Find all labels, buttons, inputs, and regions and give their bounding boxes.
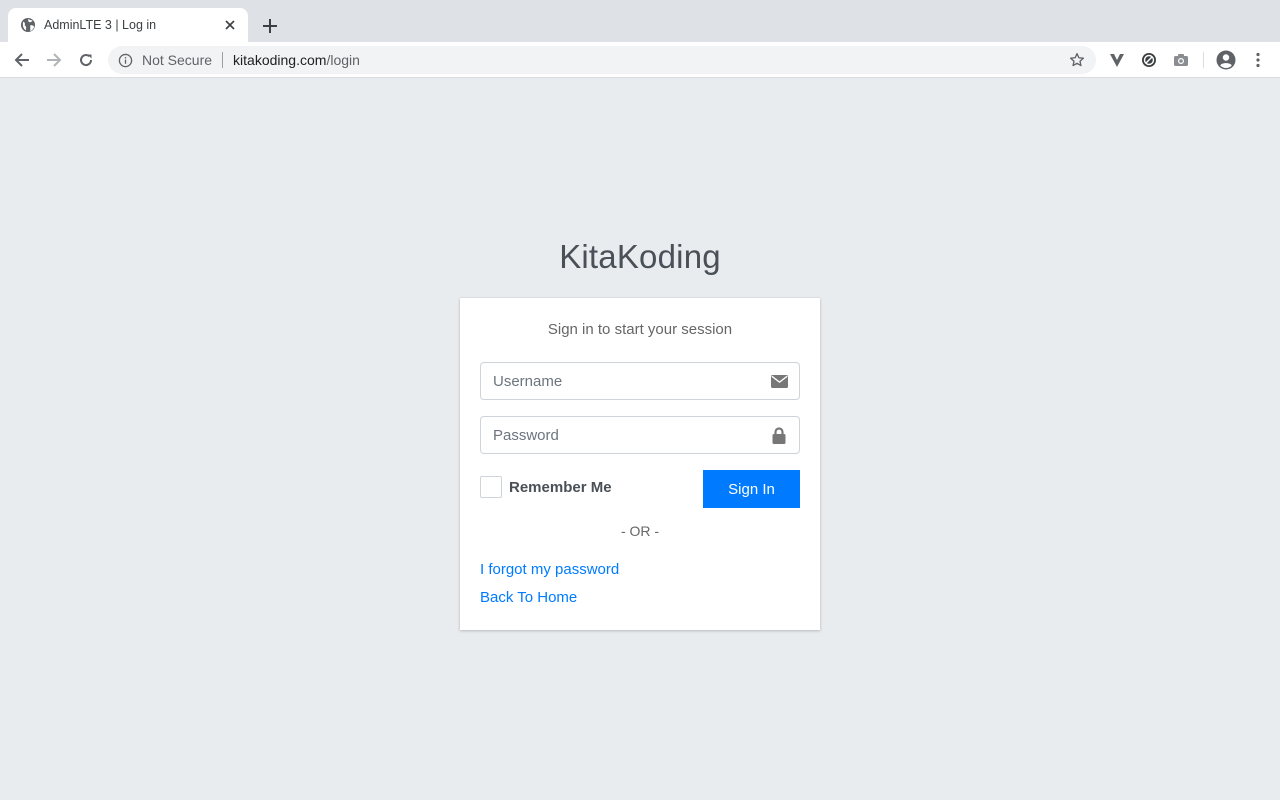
url-path: /login — [326, 52, 360, 68]
remember-checkbox[interactable] — [480, 476, 502, 498]
password-field — [480, 416, 800, 454]
extension-v-icon[interactable] — [1105, 48, 1129, 72]
back-arrow-icon[interactable] — [10, 48, 34, 72]
url-host: kitakoding.com — [233, 52, 327, 68]
info-icon[interactable] — [118, 52, 134, 68]
tab-title: AdminLTE 3 | Log in — [44, 18, 157, 32]
extension-shield-icon[interactable] — [1137, 48, 1161, 72]
menu-dots-icon[interactable] — [1246, 48, 1270, 72]
login-message: Sign in to start your session — [547, 321, 733, 338]
username-input[interactable] — [481, 363, 759, 399]
sign-in-button[interactable]: Sign In — [703, 470, 800, 508]
globe-icon — [20, 17, 36, 33]
bookmark-star-icon[interactable] — [1068, 51, 1086, 69]
profile-avatar-icon[interactable] — [1214, 48, 1238, 72]
lock-icon — [759, 417, 799, 453]
or-divider: - OR - — [620, 523, 660, 539]
remember-me: Remember Me — [480, 476, 612, 498]
forgot-password-link[interactable]: I forgot my password — [480, 561, 619, 578]
omnibox-divider — [222, 52, 224, 68]
new-tab-button[interactable] — [258, 14, 282, 38]
envelope-icon — [759, 363, 799, 399]
login-logo[interactable]: KitaKoding — [460, 238, 820, 276]
address-bar[interactable]: Not Secure kitakoding.com /login — [108, 46, 1096, 74]
login-card: Sign in to start your session Remember M… — [460, 298, 820, 630]
forward-arrow-icon[interactable] — [42, 48, 66, 72]
back-to-home-link[interactable]: Back To Home — [480, 589, 577, 606]
browser-toolbar: Not Secure kitakoding.com /login — [0, 42, 1280, 78]
browser-tab[interactable]: AdminLTE 3 | Log in — [8, 8, 248, 42]
tab-strip: AdminLTE 3 | Log in — [0, 0, 1280, 42]
password-input[interactable] — [481, 417, 759, 453]
reload-icon[interactable] — [74, 48, 98, 72]
camera-icon[interactable] — [1169, 48, 1193, 72]
toolbar-divider — [1203, 52, 1204, 68]
close-icon[interactable] — [222, 17, 238, 33]
security-label: Not Secure — [142, 52, 213, 68]
username-field — [480, 362, 800, 400]
remember-label[interactable]: Remember Me — [509, 479, 612, 496]
